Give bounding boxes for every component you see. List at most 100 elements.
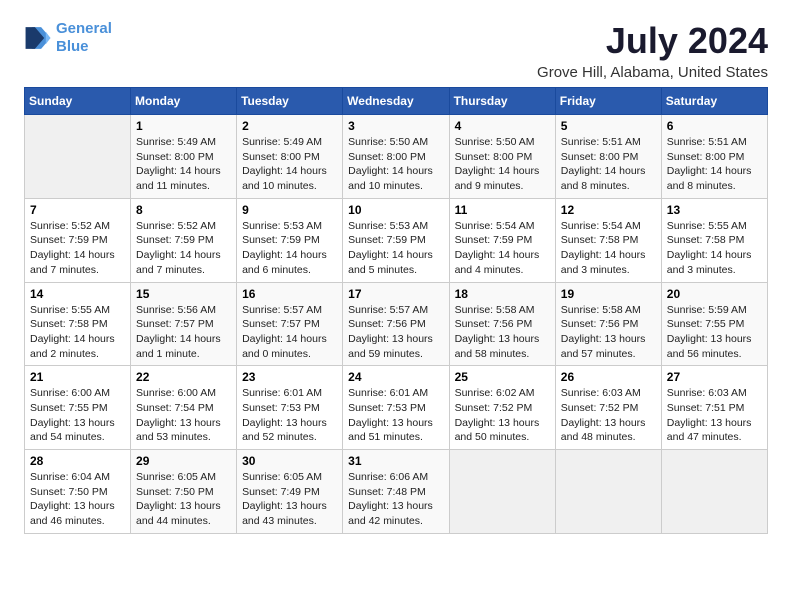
day-number: 5 (561, 119, 656, 133)
calendar-day-cell: 14Sunrise: 5:55 AM Sunset: 7:58 PM Dayli… (25, 282, 131, 366)
day-number: 11 (455, 203, 550, 217)
calendar-header-row: SundayMondayTuesdayWednesdayThursdayFrid… (25, 88, 768, 115)
day-number: 28 (30, 454, 125, 468)
calendar-header-cell: Saturday (661, 88, 767, 115)
day-info: Sunrise: 6:05 AM Sunset: 7:50 PM Dayligh… (136, 470, 231, 529)
day-info: Sunrise: 5:52 AM Sunset: 7:59 PM Dayligh… (136, 219, 231, 278)
calendar-day-cell: 24Sunrise: 6:01 AM Sunset: 7:53 PM Dayli… (343, 366, 449, 450)
day-number: 24 (348, 370, 443, 384)
calendar-day-cell: 27 Sunrise: 6:03 AM Sunset: 7:51 PM Dayli… (661, 366, 767, 450)
calendar-day-cell: 21Sunrise: 6:00 AM Sunset: 7:55 PM Dayli… (25, 366, 131, 450)
calendar-day-cell: 12 Sunrise: 5:54 AM Sunset: 7:58 PM Dayli… (555, 198, 661, 282)
calendar-day-cell (661, 450, 767, 534)
day-number: 9 (242, 203, 337, 217)
day-number: 3 (348, 119, 443, 133)
day-number: 19 (561, 287, 656, 301)
day-info: Sunrise: 5:51 AM Sunset: 8:00 PM Dayligh… (667, 135, 762, 194)
day-info: Sunrise: 5:53 AM Sunset: 7:59 PM Dayligh… (348, 219, 443, 278)
title-area: July 2024 Grove Hill, Alabama, United St… (537, 20, 768, 81)
calendar-day-cell: 8 Sunrise: 5:52 AM Sunset: 7:59 PM Daylig… (131, 198, 237, 282)
day-number: 22 (136, 370, 231, 384)
calendar-header-cell: Monday (131, 88, 237, 115)
calendar-day-cell: 4 Sunrise: 5:50 AM Sunset: 8:00 PM Daylig… (449, 115, 555, 199)
calendar-day-cell: 3Sunrise: 5:50 AM Sunset: 8:00 PM Daylig… (343, 115, 449, 199)
logo-text: General Blue (56, 20, 112, 56)
day-info: Sunrise: 6:03 AM Sunset: 7:51 PM Dayligh… (667, 386, 762, 445)
day-number: 25 (455, 370, 550, 384)
day-number: 2 (242, 119, 337, 133)
day-number: 10 (348, 203, 443, 217)
day-number: 27 (667, 370, 762, 384)
calendar-week-row: 21Sunrise: 6:00 AM Sunset: 7:55 PM Dayli… (25, 366, 768, 450)
calendar-day-cell: 2 Sunrise: 5:49 AM Sunset: 8:00 PM Daylig… (237, 115, 343, 199)
day-number: 6 (667, 119, 762, 133)
main-title: July 2024 (537, 20, 768, 62)
calendar-day-cell: 7Sunrise: 5:52 AM Sunset: 7:59 PM Daylig… (25, 198, 131, 282)
day-number: 1 (136, 119, 231, 133)
day-number: 23 (242, 370, 337, 384)
calendar-header-cell: Tuesday (237, 88, 343, 115)
day-info: Sunrise: 6:00 AM Sunset: 7:54 PM Dayligh… (136, 386, 231, 445)
calendar-body: 1 Sunrise: 5:49 AM Sunset: 8:00 PM Daylig… (25, 115, 768, 534)
day-number: 12 (561, 203, 656, 217)
calendar-day-cell: 30 Sunrise: 6:05 AM Sunset: 7:49 PM Dayli… (237, 450, 343, 534)
day-number: 21 (30, 370, 125, 384)
subtitle: Grove Hill, Alabama, United States (537, 64, 768, 81)
day-number: 29 (136, 454, 231, 468)
calendar-day-cell: 1 Sunrise: 5:49 AM Sunset: 8:00 PM Daylig… (131, 115, 237, 199)
day-info: Sunrise: 5:55 AM Sunset: 7:58 PM Dayligh… (667, 219, 762, 278)
logo-icon (24, 24, 52, 52)
day-number: 18 (455, 287, 550, 301)
day-info: Sunrise: 5:49 AM Sunset: 8:00 PM Dayligh… (242, 135, 337, 194)
day-number: 20 (667, 287, 762, 301)
calendar-day-cell: 20 Sunrise: 5:59 AM Sunset: 7:55 PM Dayli… (661, 282, 767, 366)
calendar-day-cell: 10 Sunrise: 5:53 AM Sunset: 7:59 PM Dayli… (343, 198, 449, 282)
calendar-header-cell: Friday (555, 88, 661, 115)
day-info: Sunrise: 5:50 AM Sunset: 8:00 PM Dayligh… (455, 135, 550, 194)
calendar-day-cell: 23 Sunrise: 6:01 AM Sunset: 7:53 PM Dayli… (237, 366, 343, 450)
calendar-header: SundayMondayTuesdayWednesdayThursdayFrid… (25, 88, 768, 115)
day-number: 7 (30, 203, 125, 217)
day-info: Sunrise: 5:57 AM Sunset: 7:57 PM Dayligh… (242, 303, 337, 362)
calendar: SundayMondayTuesdayWednesdayThursdayFrid… (24, 87, 768, 534)
calendar-day-cell: 25Sunrise: 6:02 AM Sunset: 7:52 PM Dayli… (449, 366, 555, 450)
calendar-day-cell: 29 Sunrise: 6:05 AM Sunset: 7:50 PM Dayli… (131, 450, 237, 534)
calendar-day-cell: 19 Sunrise: 5:58 AM Sunset: 7:56 PM Dayli… (555, 282, 661, 366)
calendar-header-cell: Thursday (449, 88, 555, 115)
day-info: Sunrise: 5:59 AM Sunset: 7:55 PM Dayligh… (667, 303, 762, 362)
day-info: Sunrise: 6:01 AM Sunset: 7:53 PM Dayligh… (242, 386, 337, 445)
calendar-day-cell: 26 Sunrise: 6:03 AM Sunset: 7:52 PM Dayli… (555, 366, 661, 450)
day-info: Sunrise: 5:54 AM Sunset: 7:58 PM Dayligh… (561, 219, 656, 278)
day-info: Sunrise: 6:05 AM Sunset: 7:49 PM Dayligh… (242, 470, 337, 529)
calendar-week-row: 1 Sunrise: 5:49 AM Sunset: 8:00 PM Daylig… (25, 115, 768, 199)
day-number: 31 (348, 454, 443, 468)
calendar-day-cell: 13 Sunrise: 5:55 AM Sunset: 7:58 PM Dayli… (661, 198, 767, 282)
calendar-day-cell: 22 Sunrise: 6:00 AM Sunset: 7:54 PM Dayli… (131, 366, 237, 450)
day-info: Sunrise: 5:53 AM Sunset: 7:59 PM Dayligh… (242, 219, 337, 278)
day-number: 8 (136, 203, 231, 217)
calendar-week-row: 28 Sunrise: 6:04 AM Sunset: 7:50 PM Dayli… (25, 450, 768, 534)
day-number: 30 (242, 454, 337, 468)
day-info: Sunrise: 6:04 AM Sunset: 7:50 PM Dayligh… (30, 470, 125, 529)
day-number: 16 (242, 287, 337, 301)
calendar-day-cell (555, 450, 661, 534)
calendar-day-cell: 5Sunrise: 5:51 AM Sunset: 8:00 PM Daylig… (555, 115, 661, 199)
day-info: Sunrise: 5:49 AM Sunset: 8:00 PM Dayligh… (136, 135, 231, 194)
day-info: Sunrise: 6:03 AM Sunset: 7:52 PM Dayligh… (561, 386, 656, 445)
calendar-week-row: 14Sunrise: 5:55 AM Sunset: 7:58 PM Dayli… (25, 282, 768, 366)
day-info: Sunrise: 5:55 AM Sunset: 7:58 PM Dayligh… (30, 303, 125, 362)
day-number: 26 (561, 370, 656, 384)
day-info: Sunrise: 5:58 AM Sunset: 7:56 PM Dayligh… (561, 303, 656, 362)
calendar-week-row: 7 Sunrise: 5:52 AM Sunset: 7:59 PM Daylig… (25, 198, 768, 282)
logo: General Blue (24, 20, 112, 56)
calendar-day-cell: 17Sunrise: 5:57 AM Sunset: 7:56 PM Dayli… (343, 282, 449, 366)
calendar-day-cell: 16 Sunrise: 5:57 AM Sunset: 7:57 PM Dayli… (237, 282, 343, 366)
day-info: Sunrise: 5:54 AM Sunset: 7:59 PM Dayligh… (455, 219, 550, 278)
calendar-header-cell: Sunday (25, 88, 131, 115)
day-number: 4 (455, 119, 550, 133)
calendar-day-cell: 31Sunrise: 6:06 AM Sunset: 7:48 PM Dayli… (343, 450, 449, 534)
calendar-day-cell (25, 115, 131, 199)
calendar-day-cell: 18Sunrise: 5:58 AM Sunset: 7:56 PM Dayli… (449, 282, 555, 366)
day-number: 13 (667, 203, 762, 217)
day-info: Sunrise: 5:56 AM Sunset: 7:57 PM Dayligh… (136, 303, 231, 362)
